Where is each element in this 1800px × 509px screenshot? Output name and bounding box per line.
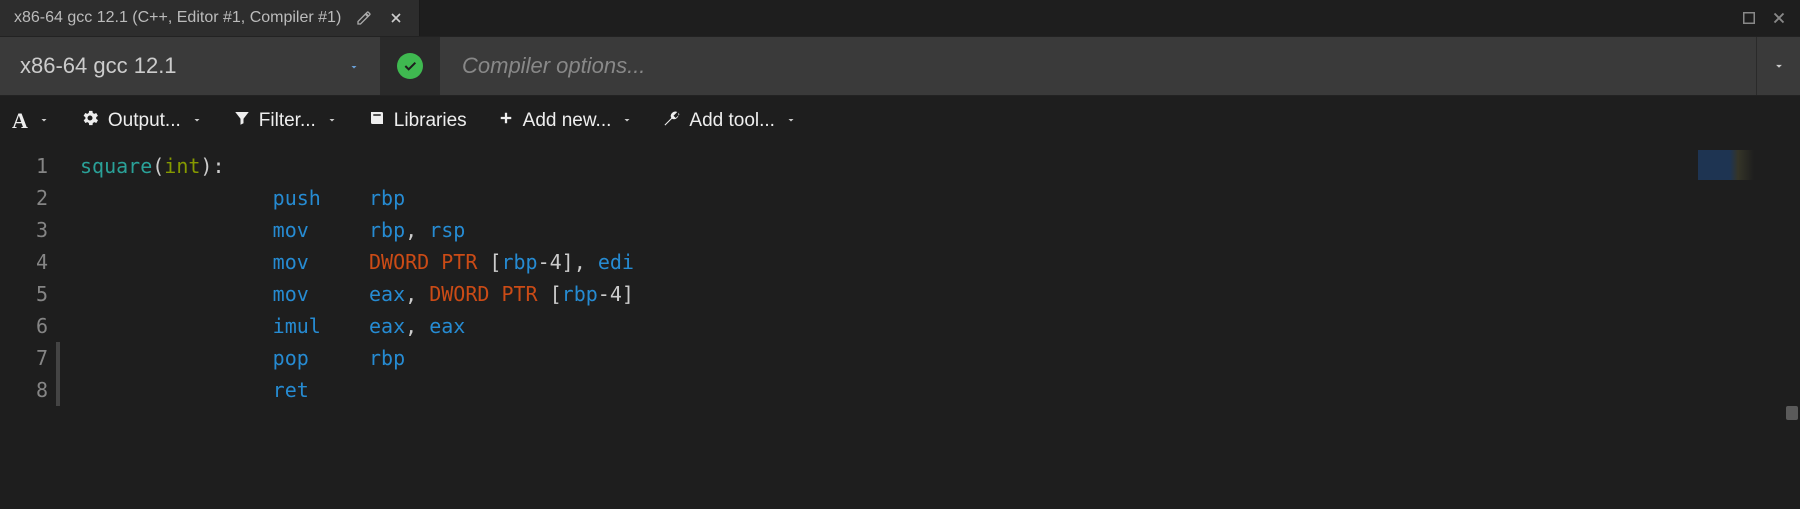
close-icon[interactable] <box>387 9 405 27</box>
font-icon: A <box>12 108 28 134</box>
success-check-icon <box>397 53 423 79</box>
scrollbar-thumb[interactable] <box>1786 406 1798 420</box>
options-dropdown-button[interactable] <box>1756 37 1800 95</box>
line-number: 1 <box>0 150 48 182</box>
line-number: 8 <box>0 374 48 406</box>
minimap[interactable] <box>1698 150 1778 180</box>
filter-button[interactable]: Filter... <box>233 109 338 133</box>
filter-icon <box>233 109 251 133</box>
asm-line: mov eax, DWORD PTR [rbp-4] <box>62 278 1800 310</box>
panel-tab[interactable]: x86-64 gcc 12.1 (C++, Editor #1, Compile… <box>0 0 420 36</box>
asm-line: ret <box>62 374 1800 406</box>
libraries-label: Libraries <box>394 110 467 132</box>
chevron-down-icon <box>191 110 203 132</box>
chevron-down-icon <box>785 110 797 132</box>
font-button[interactable]: A <box>12 108 50 134</box>
addtool-label: Add tool... <box>689 110 775 132</box>
wrench-icon <box>663 109 681 133</box>
line-number: 3 <box>0 214 48 246</box>
vertical-scrollbar[interactable] <box>1782 146 1800 509</box>
compiler-bar: x86-64 gcc 12.1 <box>0 36 1800 96</box>
compiler-selected-label: x86-64 gcc 12.1 <box>20 53 177 79</box>
toolbar: A Output... Filter... Libraries Add new.… <box>0 96 1800 146</box>
output-label: Output... <box>108 110 181 132</box>
line-number: 6 <box>0 310 48 342</box>
code-content: square(int): push rbp mov rbp, rsp mov D… <box>62 146 1800 509</box>
compiler-select[interactable]: x86-64 gcc 12.1 <box>0 37 380 95</box>
chevron-down-icon <box>621 110 633 132</box>
line-number-gutter: 12345678 <box>0 146 62 509</box>
line-number: 2 <box>0 182 48 214</box>
asm-line: square(int): <box>62 150 1800 182</box>
asm-line: push rbp <box>62 182 1800 214</box>
book-icon <box>368 109 386 133</box>
plus-icon <box>497 109 515 133</box>
compile-status <box>380 37 440 95</box>
add-tool-button[interactable]: Add tool... <box>663 109 797 133</box>
add-new-button[interactable]: Add new... <box>497 109 634 133</box>
chevron-down-icon <box>348 53 360 79</box>
tab-title: x86-64 gcc 12.1 (C++, Editor #1, Compile… <box>14 9 341 27</box>
tab-bar: x86-64 gcc 12.1 (C++, Editor #1, Compile… <box>0 0 1800 36</box>
close-panel-icon[interactable] <box>1770 9 1788 27</box>
gear-icon <box>80 108 100 134</box>
output-button[interactable]: Output... <box>80 108 203 134</box>
compiler-options-input[interactable] <box>440 37 1756 95</box>
asm-line: imul eax, eax <box>62 310 1800 342</box>
libraries-button[interactable]: Libraries <box>368 109 467 133</box>
line-number: 5 <box>0 278 48 310</box>
chevron-down-icon <box>326 110 338 132</box>
filter-label: Filter... <box>259 110 316 132</box>
window-controls <box>1728 0 1800 36</box>
edit-icon[interactable] <box>355 9 373 27</box>
line-number: 4 <box>0 246 48 278</box>
asm-line: pop rbp <box>62 342 1800 374</box>
addnew-label: Add new... <box>523 110 612 132</box>
line-number: 7 <box>0 342 48 374</box>
maximize-icon[interactable] <box>1740 9 1758 27</box>
asm-line: mov rbp, rsp <box>62 214 1800 246</box>
assembly-editor[interactable]: 12345678 square(int): push rbp mov rbp, … <box>0 146 1800 509</box>
asm-line: mov DWORD PTR [rbp-4], edi <box>62 246 1800 278</box>
chevron-down-icon <box>38 110 50 132</box>
